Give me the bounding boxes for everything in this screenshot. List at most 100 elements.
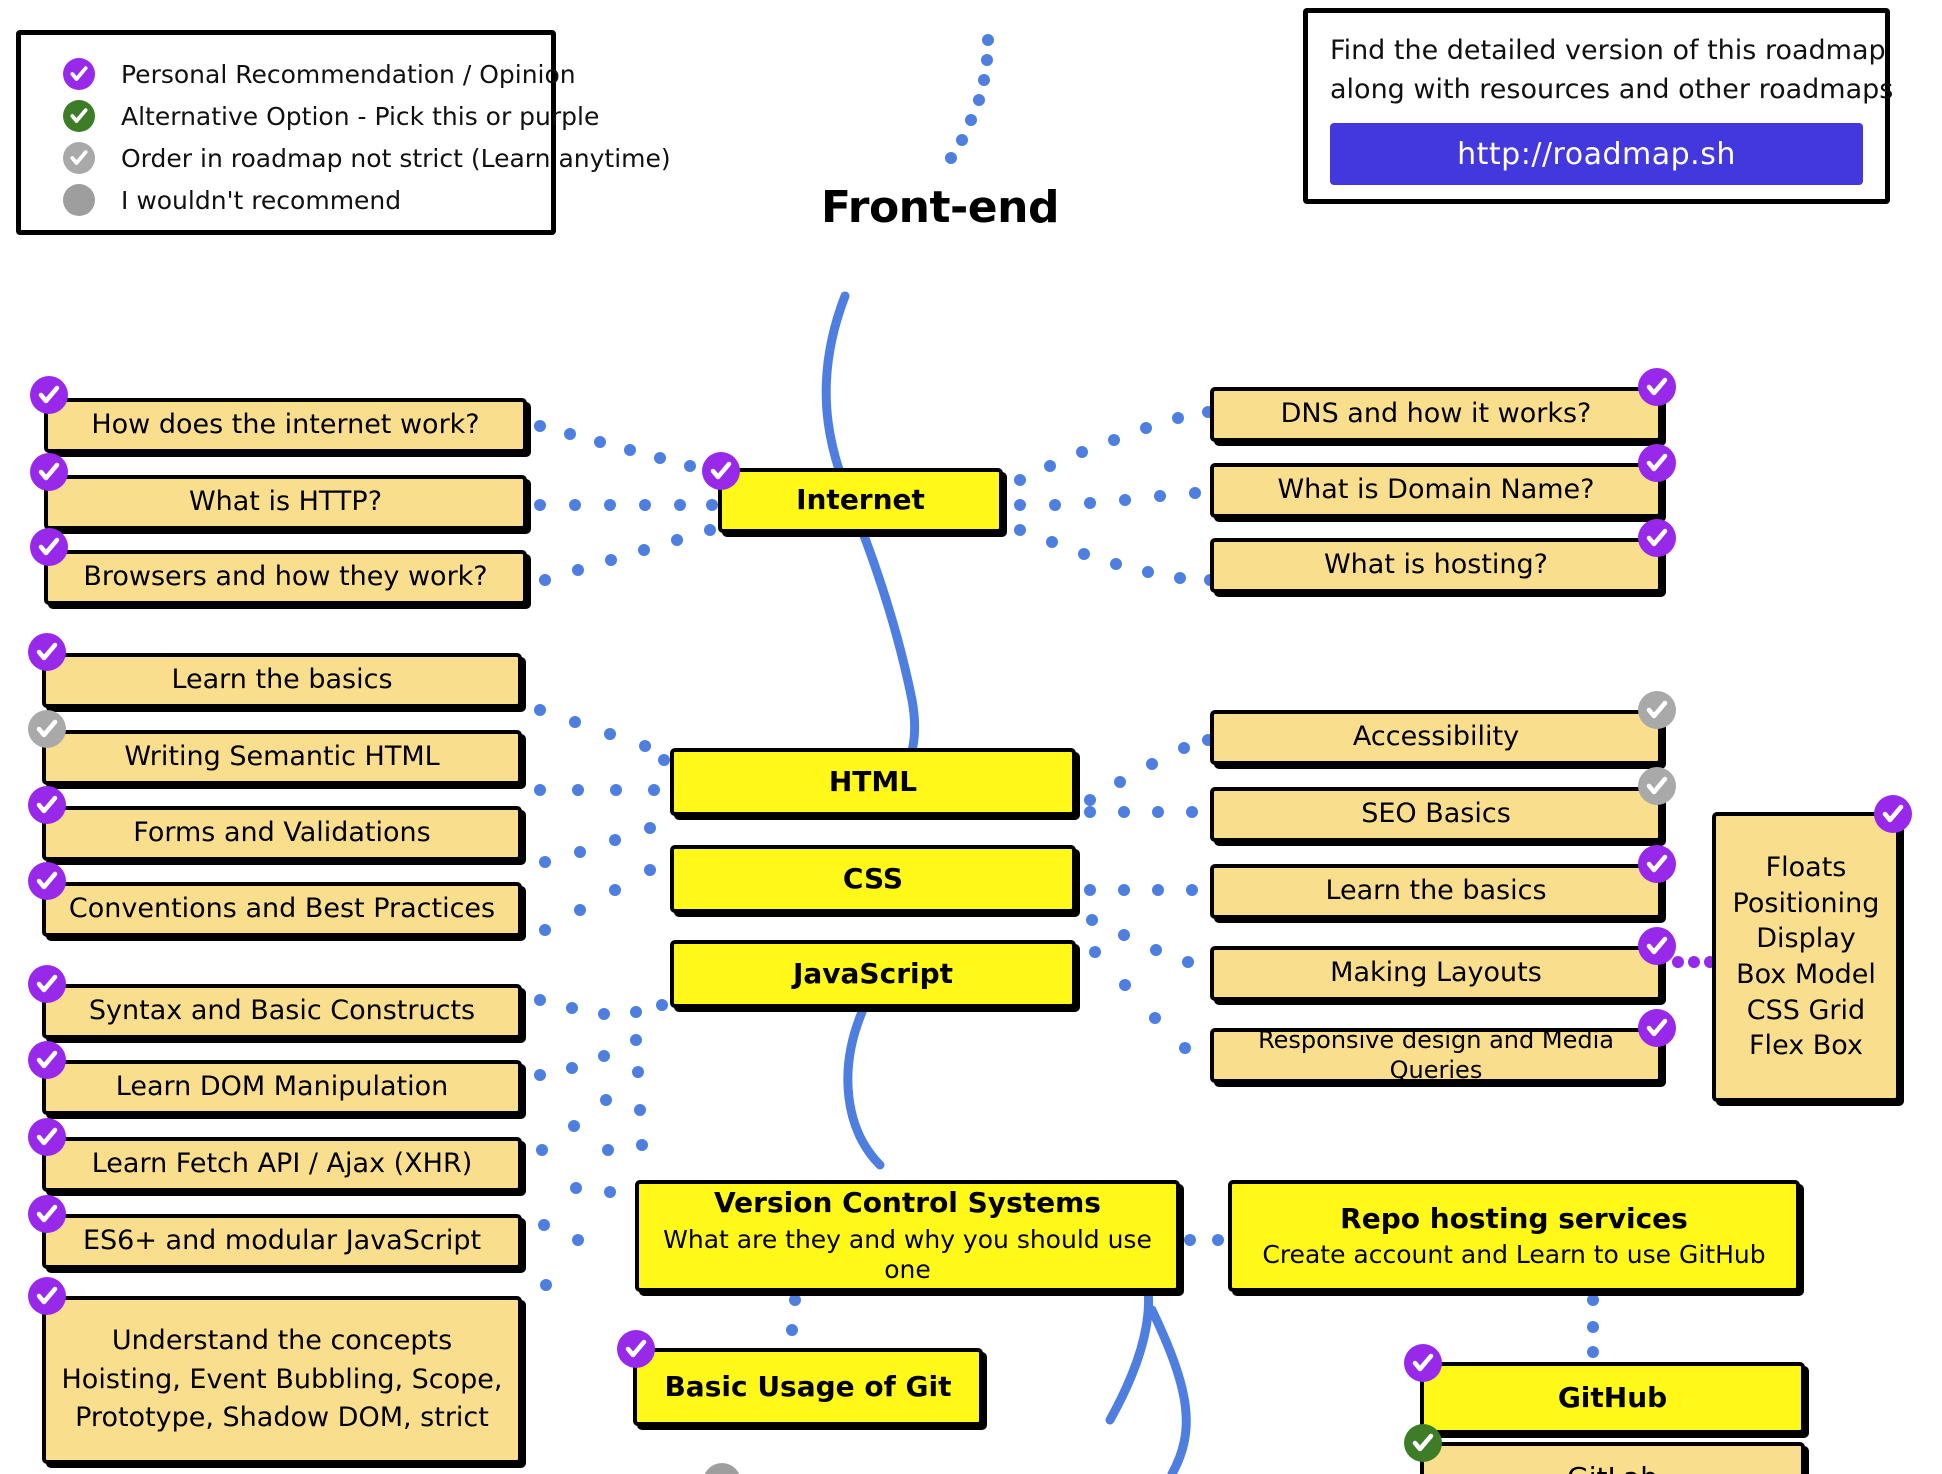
node-what-is-domain-name[interactable]: What is Domain Name? <box>1210 463 1662 518</box>
page-title: Front-end <box>821 182 1059 233</box>
css-prop-item: Positioning <box>1732 887 1880 919</box>
legend-item: Alternative Option - Pick this or purple <box>43 95 599 137</box>
node-understand-the-concepts[interactable]: Understand the concepts Hoisting, Event … <box>42 1296 522 1464</box>
badge-purple-check-icon <box>617 1330 655 1368</box>
node-github[interactable]: GitHub <box>1420 1362 1805 1434</box>
roadmap-canvas: .blue-curve{fill:none;stroke:#4E7FE0;str… <box>0 0 1942 1474</box>
legend-label: Order in roadmap not strict (Learn anyti… <box>121 143 671 173</box>
concept-line: Understand the concepts <box>111 1324 453 1356</box>
node-version-control-systems[interactable]: Version Control Systems What are they an… <box>635 1180 1180 1292</box>
node-css-learn-the-basics[interactable]: Learn the basics <box>1210 864 1662 919</box>
legend-card: Personal Recommendation / Opinion Altern… <box>16 30 671 235</box>
legend-label: Alternative Option - Pick this or purple <box>121 101 600 131</box>
node-forms-and-validations[interactable]: Forms and Validations <box>42 806 522 861</box>
node-label: Learn the basics <box>171 664 393 696</box>
node-writing-semantic-html[interactable]: Writing Semantic HTML <box>42 730 522 785</box>
node-label: What is Domain Name? <box>1277 474 1595 506</box>
badge-purple-check-icon <box>28 786 66 824</box>
plain-circle-gray-icon <box>63 184 95 216</box>
check-circle-green-icon <box>63 100 95 132</box>
roadmap-url-button[interactable]: http://roadmap.sh <box>1330 123 1863 186</box>
internet-left-connectors <box>534 420 724 586</box>
node-label: Version Control Systems <box>714 1186 1101 1220</box>
node-label: Learn DOM Manipulation <box>115 1071 449 1103</box>
promo-line-1: Find the detailed version of this roadma… <box>1330 35 1886 66</box>
node-html[interactable]: HTML <box>670 748 1076 816</box>
internet-right-connectors <box>1014 406 1216 586</box>
node-browsers-and-how-they-work[interactable]: Browsers and how they work? <box>44 550 527 605</box>
badge-gray-check-icon <box>28 710 66 748</box>
css-prop-item: Flex Box <box>1749 1030 1863 1062</box>
badge-purple-check-icon <box>1404 1344 1442 1382</box>
css-right-connectors <box>1084 734 1214 1054</box>
legend-item: Personal Recommendation / Opinion <box>43 53 576 95</box>
concept-line: Hoisting, Event Bubbling, Scope, <box>61 1363 503 1395</box>
node-css[interactable]: CSS <box>670 845 1076 913</box>
badge-purple-check-icon <box>1638 444 1676 482</box>
legend-label: Personal Recommendation / Opinion <box>121 59 576 89</box>
check-circle-gray-icon <box>63 142 95 174</box>
node-label: Conventions and Best Practices <box>68 893 496 925</box>
node-sublabel: Create account and Learn to use GitHub <box>1262 1239 1766 1269</box>
node-label: Repo hosting services <box>1340 1201 1688 1235</box>
vcs-git-connector <box>786 1294 801 1336</box>
badge-purple-check-icon <box>28 1195 66 1233</box>
badge-gray-check-icon <box>1638 767 1676 805</box>
check-circle-purple-icon <box>63 58 95 90</box>
node-es6-and-modular-javascript[interactable]: ES6+ and modular JavaScript <box>42 1214 522 1269</box>
spine-curve-4 <box>1147 1305 1191 1474</box>
node-label: SEO Basics <box>1361 798 1511 830</box>
repo-github-connector <box>1587 1294 1599 1358</box>
node-label: HTML <box>828 764 918 798</box>
node-how-does-internet-work[interactable]: How does the internet work? <box>44 398 527 453</box>
node-making-layouts[interactable]: Making Layouts <box>1210 946 1662 1001</box>
node-label: DNS and how it works? <box>1280 398 1592 430</box>
node-learn-fetch-api-ajax[interactable]: Learn Fetch API / Ajax (XHR) <box>42 1137 522 1192</box>
node-label: Making Layouts <box>1330 957 1542 989</box>
css-prop-item: Floats <box>1765 852 1847 884</box>
css-prop-item: Box Model <box>1736 959 1876 990</box>
node-seo-basics[interactable]: SEO Basics <box>1210 787 1662 842</box>
title-dotted-line <box>945 34 994 164</box>
roadmap-promo-card: Find the detailed version of this roadma… <box>1303 8 1893 204</box>
node-conventions-and-best-practices[interactable]: Conventions and Best Practices <box>42 882 522 937</box>
node-syntax-and-basic-constructs[interactable]: Syntax and Basic Constructs <box>42 984 522 1039</box>
node-label: What is hosting? <box>1323 549 1549 581</box>
node-dns-and-how-it-works[interactable]: DNS and how it works? <box>1210 387 1662 442</box>
vcs-repo-connector <box>1184 1234 1224 1246</box>
badge-purple-check-icon <box>1638 845 1676 883</box>
badge-purple-check-icon <box>28 1277 66 1315</box>
node-label: Internet <box>796 483 925 517</box>
node-label: Forms and Validations <box>133 817 431 849</box>
node-label: Syntax and Basic Constructs <box>88 995 476 1027</box>
cssprops-connector <box>1672 956 1716 968</box>
node-internet[interactable]: Internet <box>718 468 1003 533</box>
badge-purple-check-icon <box>1874 795 1912 833</box>
node-what-is-hosting[interactable]: What is hosting? <box>1210 538 1662 593</box>
node-responsive-design-and-media-queries[interactable]: Responsive design and Media Queries <box>1210 1026 1662 1084</box>
badge-purple-check-icon <box>1638 368 1676 406</box>
node-accessibility[interactable]: Accessibility <box>1210 710 1662 765</box>
node-learn-dom-manipulation[interactable]: Learn DOM Manipulation <box>42 1060 522 1115</box>
spine-curve-2 <box>843 1007 885 1170</box>
badge-purple-check-icon <box>1638 927 1676 965</box>
node-label: Browsers and how they work? <box>83 561 488 593</box>
badge-purple-check-icon <box>1638 519 1676 557</box>
badge-purple-check-icon <box>28 1118 66 1156</box>
badge-purple-check-icon <box>28 965 66 1003</box>
node-html-learn-the-basics[interactable]: Learn the basics <box>42 653 522 708</box>
css-prop-item: CSS Grid <box>1746 994 1866 1026</box>
node-what-is-http[interactable]: What is HTTP? <box>44 475 527 530</box>
badge-purple-check-icon <box>702 452 740 490</box>
node-label: Accessibility <box>1352 721 1520 753</box>
node-label: How does the internet work? <box>91 409 480 441</box>
html-left-connectors <box>534 704 670 936</box>
node-javascript[interactable]: JavaScript <box>670 940 1076 1008</box>
node-gitlab[interactable]: GitLab <box>1420 1442 1805 1474</box>
node-css-properties[interactable]: Floats Positioning Display Box Model CSS… <box>1712 812 1900 1102</box>
badge-purple-check-icon <box>28 862 66 900</box>
node-repo-hosting-services[interactable]: Repo hosting services Create account and… <box>1228 1180 1800 1292</box>
node-basic-usage-of-git[interactable]: Basic Usage of Git <box>633 1348 983 1426</box>
node-label: Writing Semantic HTML <box>124 741 440 773</box>
concept-line: Prototype, Shadow DOM, strict <box>75 1402 489 1434</box>
